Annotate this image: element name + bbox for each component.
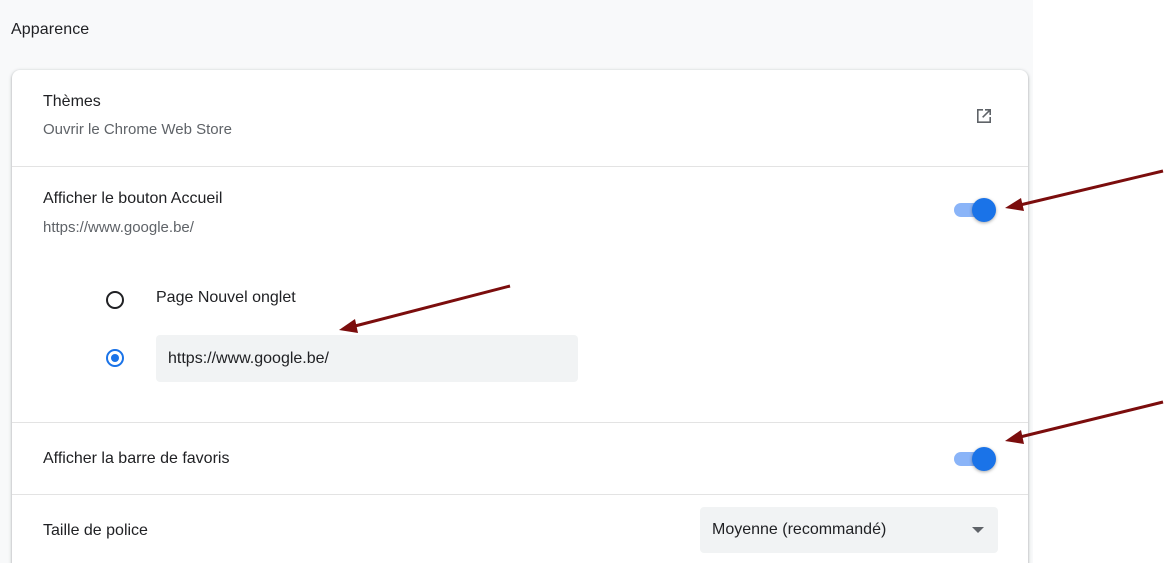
home-button-label: Afficher le bouton Accueil	[43, 190, 223, 207]
radio-new-tab-page-label[interactable]: Page Nouvel onglet	[156, 289, 296, 307]
dropdown-caret-icon	[972, 527, 984, 533]
bookmarks-bar-toggle[interactable]	[954, 445, 998, 471]
bookmarks-bar-row: Afficher la barre de favoris	[12, 423, 1028, 494]
toggle-knob	[972, 198, 996, 222]
themes-sublabel: Ouvrir le Chrome Web Store	[43, 121, 232, 138]
themes-row[interactable]: Thèmes Ouvrir le Chrome Web Store	[12, 70, 1028, 166]
settings-page: Apparence Thèmes Ouvrir le Chrome Web St…	[0, 0, 1165, 563]
radio-new-tab-page[interactable]	[106, 291, 124, 309]
themes-label: Thèmes	[43, 93, 101, 110]
home-button-toggle[interactable]	[954, 196, 998, 222]
custom-url-input[interactable]	[156, 335, 578, 382]
font-size-label: Taille de police	[43, 522, 148, 539]
font-size-select[interactable]: Moyenne (recommandé)	[700, 507, 998, 553]
toggle-knob	[972, 447, 996, 471]
font-size-selected-value: Moyenne (recommandé)	[712, 521, 887, 538]
section-title: Apparence	[11, 21, 90, 38]
home-button-url: https://www.google.be/	[43, 219, 194, 236]
radio-custom-url[interactable]	[106, 349, 124, 367]
open-in-new-icon[interactable]	[974, 106, 994, 126]
appearance-card: Thèmes Ouvrir le Chrome Web Store Affich…	[12, 70, 1028, 563]
bookmarks-bar-label: Afficher la barre de favoris	[43, 450, 230, 467]
